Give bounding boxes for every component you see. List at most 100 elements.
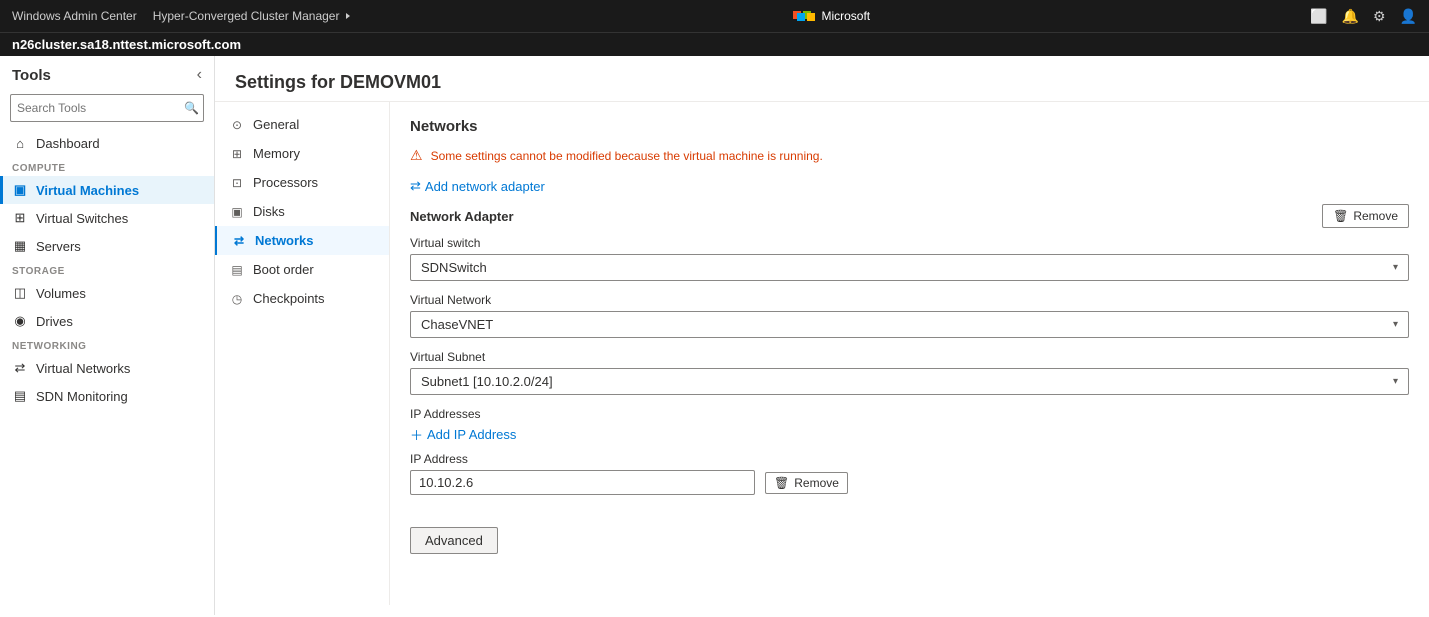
volumes-icon: ◫ <box>12 285 28 301</box>
virtual-switch-field: Virtual switch SDNSwitch ▾ <box>410 236 1409 281</box>
ms-label: Microsoft <box>821 9 870 23</box>
nav-item-disks[interactable]: ▣ Disks <box>215 197 389 226</box>
drives-icon: ◉ <box>12 313 28 329</box>
warning-bar: ⚠ Some settings cannot be modified becau… <box>410 147 1409 164</box>
virtual-network-field: Virtual Network ChaseVNET ▾ <box>410 293 1409 338</box>
bell-icon[interactable]: 🔔 <box>1342 8 1359 25</box>
plus-icon: ＋ <box>410 425 423 444</box>
virtual-subnet-dropdown[interactable]: Subnet1 [10.10.2.0/24] ▾ <box>410 368 1409 395</box>
vswitch-icon: ⊞ <box>12 210 28 226</box>
ip-addresses-label: IP Addresses <box>410 407 1409 421</box>
advanced-button[interactable]: Advanced <box>410 527 498 554</box>
warning-icon: ⚠ <box>410 147 423 164</box>
search-tools-input[interactable] <box>11 101 178 115</box>
checkpoints-icon: ◷ <box>229 292 245 306</box>
screen-icon[interactable]: ⬜ <box>1310 8 1327 25</box>
sidebar-item-label-vnets: Virtual Networks <box>36 361 130 376</box>
trash-icon: 🗑 <box>1333 209 1348 223</box>
virtual-switch-value: SDNSwitch <box>421 260 487 275</box>
sidebar-item-sdn-monitoring[interactable]: ▤ SDN Monitoring <box>0 382 214 410</box>
cluster-manager-label[interactable]: Hyper-Converged Cluster Manager <box>153 9 354 23</box>
nav-label-boot-order: Boot order <box>253 262 314 277</box>
sidebar: Tools ‹ 🔍 ⌂ Dashboard COMPUTE ▣ Virtual … <box>0 56 215 615</box>
general-icon: ⊙ <box>229 118 245 132</box>
nav-item-processors[interactable]: ⊡ Processors <box>215 168 389 197</box>
search-tools-box[interactable]: 🔍 <box>10 94 204 122</box>
nav-item-general[interactable]: ⊙ General <box>215 110 389 139</box>
nav-label-general: General <box>253 117 299 132</box>
nav-label-checkpoints: Checkpoints <box>253 291 325 306</box>
virtual-network-label: Virtual Network <box>410 293 1409 307</box>
add-network-adapter-link[interactable]: ⇄ Add network adapter <box>410 178 1409 194</box>
chevron-down-icon-2: ▾ <box>1393 319 1398 330</box>
sidebar-collapse-button[interactable]: ‹ <box>197 66 202 84</box>
ip-address-input[interactable] <box>410 470 755 495</box>
cluster-hostname-bar: n26cluster.sa18.nttest.microsoft.com <box>0 32 1429 56</box>
sidebar-item-servers[interactable]: ▦ Servers <box>0 232 214 260</box>
compute-section-label: COMPUTE <box>0 157 214 176</box>
warning-text: Some settings cannot be modified because… <box>431 149 823 163</box>
sidebar-item-label-servers: Servers <box>36 239 81 254</box>
networks-icon: ⇄ <box>231 234 247 248</box>
sidebar-item-virtual-networks[interactable]: ⇄ Virtual Networks <box>0 354 214 382</box>
virtual-subnet-value: Subnet1 [10.10.2.0/24] <box>421 374 553 389</box>
chevron-down-icon: ▾ <box>1393 262 1398 273</box>
remove-adapter-button[interactable]: 🗑 Remove <box>1322 204 1409 228</box>
sidebar-item-label-sdn: SDN Monitoring <box>36 389 128 404</box>
networking-section-label: NETWORKING <box>0 335 214 354</box>
add-ip-address-link[interactable]: ＋ Add IP Address <box>410 425 1409 444</box>
settings-nav: ⊙ General ⊞ Memory ⊡ Processors ▣ Disks … <box>215 102 390 605</box>
adapter-label: Network Adapter <box>410 209 514 224</box>
vnet-icon: ⇄ <box>12 360 28 376</box>
nav-label-disks: Disks <box>253 204 285 219</box>
sidebar-item-drives[interactable]: ◉ Drives <box>0 307 214 335</box>
ip-row: IP Address 🗑 Remove <box>410 452 1409 495</box>
servers-icon: ▦ <box>12 238 28 254</box>
virtual-subnet-field: Virtual Subnet Subnet1 [10.10.2.0/24] ▾ <box>410 350 1409 395</box>
sidebar-item-label-vswitches: Virtual Switches <box>36 211 128 226</box>
networks-panel: Networks ⚠ Some settings cannot be modif… <box>390 102 1429 605</box>
chevron-down-icon-3: ▾ <box>1393 376 1398 387</box>
settings-icon[interactable]: ⚙ <box>1373 8 1386 25</box>
nav-label-networks: Networks <box>255 233 314 248</box>
virtual-network-value: ChaseVNET <box>421 317 493 332</box>
sidebar-item-label-dashboard: Dashboard <box>36 136 100 151</box>
networks-section-title: Networks <box>410 118 1409 135</box>
nav-item-memory[interactable]: ⊞ Memory <box>215 139 389 168</box>
sidebar-item-volumes[interactable]: ◫ Volumes <box>0 279 214 307</box>
nav-item-checkpoints[interactable]: ◷ Checkpoints <box>215 284 389 313</box>
user-icon[interactable]: 👤 <box>1400 8 1417 25</box>
memory-icon: ⊞ <box>229 147 245 161</box>
sidebar-item-dashboard[interactable]: ⌂ Dashboard <box>0 130 214 157</box>
sidebar-item-label-drives: Drives <box>36 314 73 329</box>
nav-item-boot-order[interactable]: ▤ Boot order <box>215 255 389 284</box>
sidebar-item-virtual-machines[interactable]: ▣ Virtual Machines <box>0 176 214 204</box>
settings-page-title: Settings for DEMOVM01 <box>235 72 441 92</box>
virtual-switch-dropdown[interactable]: SDNSwitch ▾ <box>410 254 1409 281</box>
main-content: Settings for DEMOVM01 ⊙ General ⊞ Memory… <box>215 56 1429 615</box>
storage-section-label: STORAGE <box>0 260 214 279</box>
boot-order-icon: ▤ <box>229 263 245 277</box>
sidebar-item-label-vms: Virtual Machines <box>36 183 139 198</box>
vm-icon: ▣ <box>12 182 28 198</box>
dashboard-icon: ⌂ <box>12 136 28 151</box>
remove-ip-button[interactable]: 🗑 Remove <box>765 472 848 494</box>
virtual-subnet-label: Virtual Subnet <box>410 350 1409 364</box>
virtual-switch-label: Virtual switch <box>410 236 1409 250</box>
microsoft-logo <box>793 11 815 21</box>
sidebar-item-virtual-switches[interactable]: ⊞ Virtual Switches <box>0 204 214 232</box>
topbar: Windows Admin Center Hyper-Converged Clu… <box>0 0 1429 32</box>
adapter-section: Network Adapter 🗑 Remove Virtual switch … <box>410 204 1409 495</box>
cluster-hostname: n26cluster.sa18.nttest.microsoft.com <box>12 37 241 52</box>
processors-icon: ⊡ <box>229 176 245 190</box>
virtual-network-dropdown[interactable]: ChaseVNET ▾ <box>410 311 1409 338</box>
sidebar-title: Tools <box>12 67 51 84</box>
search-icon[interactable]: 🔍 <box>178 101 205 115</box>
disks-icon: ▣ <box>229 205 245 219</box>
nav-item-networks[interactable]: ⇄ Networks <box>215 226 389 255</box>
trash-icon-2: 🗑 <box>774 476 789 490</box>
app-name: Windows Admin Center <box>12 9 137 23</box>
sidebar-item-label-volumes: Volumes <box>36 286 86 301</box>
ip-address-field-label: IP Address <box>410 452 848 466</box>
sdn-icon: ▤ <box>12 388 28 404</box>
